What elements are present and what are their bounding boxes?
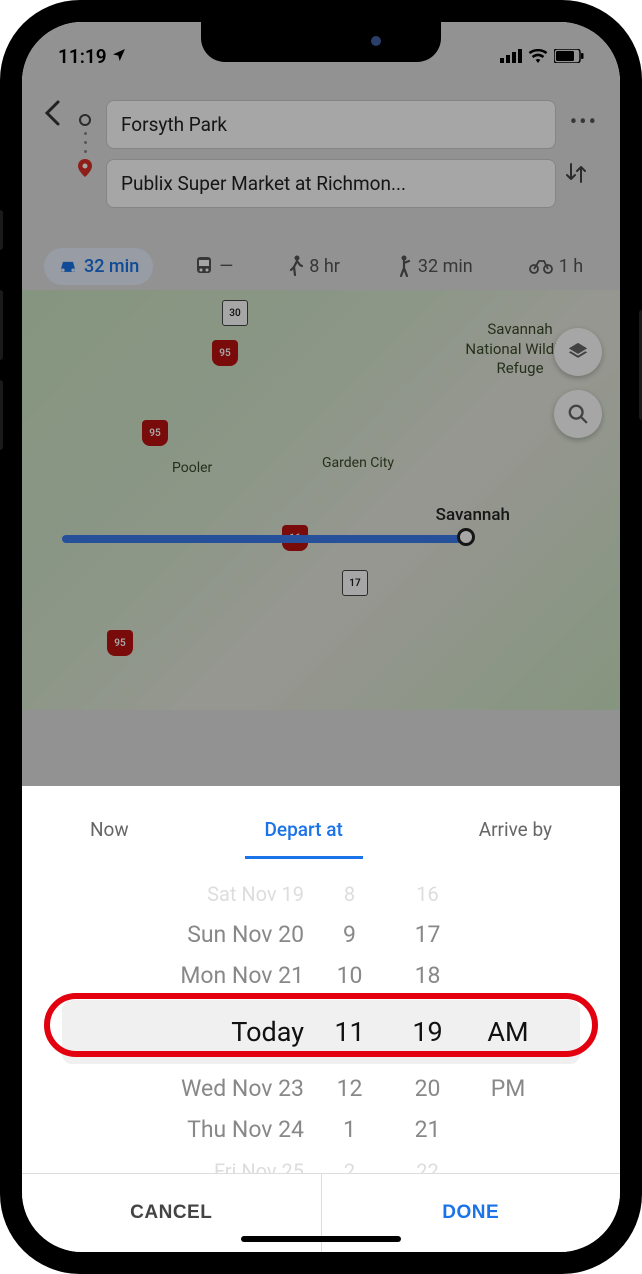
datetime-picker[interactable]: Sat Nov 19 8 16 Sun Nov 20 9 17 Mon Nov … xyxy=(22,873,620,1173)
schedule-tabs: Now Depart at Arrive by xyxy=(22,786,620,859)
home-indicator[interactable] xyxy=(241,1236,401,1242)
picker-row-selected: Today 11 19 AM xyxy=(62,1000,580,1064)
picker-row: Sat Nov 19 8 16 xyxy=(62,873,580,914)
tab-now[interactable]: Now xyxy=(70,808,149,859)
picker-row: Fri Nov 25 2 22 xyxy=(62,1150,580,1173)
picker-row: Sun Nov 20 9 17 xyxy=(62,914,580,955)
picker-row: Thu Nov 24 1 21 xyxy=(62,1109,580,1150)
picker-row: Wed Nov 23 12 20 PM xyxy=(62,1068,580,1109)
picker-row: Mon Nov 21 10 18 xyxy=(62,955,580,996)
tab-depart-at[interactable]: Depart at xyxy=(245,808,363,859)
tab-arrive-by[interactable]: Arrive by xyxy=(459,808,572,859)
time-picker-sheet: Now Depart at Arrive by Sat Nov 19 8 16 … xyxy=(22,786,620,1252)
